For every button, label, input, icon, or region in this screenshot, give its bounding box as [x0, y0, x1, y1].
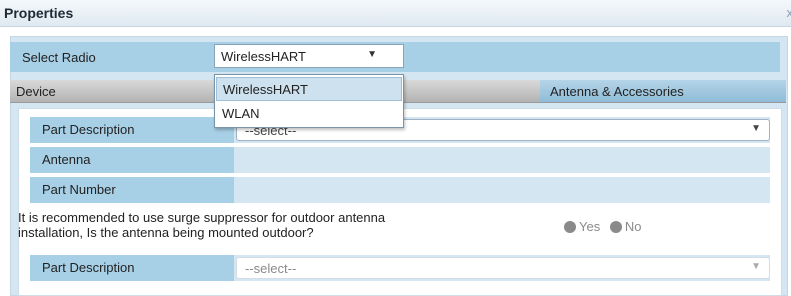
- antenna-label-cell: Antenna: [30, 147, 234, 173]
- part-description-label: Part Description: [42, 122, 134, 137]
- chevron-down-icon: ▼: [751, 261, 761, 272]
- part-number-row: Part Number: [30, 177, 770, 203]
- part-number-label-cell: Part Number: [30, 177, 234, 203]
- outdoor-radio-group: Yes No: [560, 218, 643, 236]
- select-radio-label: Select Radio: [22, 50, 96, 65]
- outdoor-question-line-2: installation, Is the antenna being mount…: [18, 225, 568, 240]
- option-wirelesshart[interactable]: WirelessHART: [216, 77, 402, 101]
- panel-titlebar: Properties x: [0, 0, 791, 27]
- antenna-label: Antenna: [42, 152, 90, 167]
- panel-title: Properties: [4, 5, 73, 21]
- part-description-2-label-cell: Part Description: [30, 255, 234, 281]
- part-description-2-label: Part Description: [42, 260, 134, 275]
- radio-no-label: No: [625, 219, 642, 234]
- select-radio-dropdown[interactable]: WirelessHART ▼: [214, 44, 404, 68]
- part-number-label: Part Number: [42, 182, 116, 197]
- option-wlan-label: WLAN: [222, 106, 260, 121]
- antenna-row: Antenna: [30, 147, 770, 173]
- tab-device[interactable]: Device: [16, 84, 56, 99]
- tab-antenna-label: Antenna & Accessories: [550, 84, 684, 99]
- part-description-2-value: --select--: [245, 261, 296, 276]
- radio-no-icon[interactable]: [610, 221, 622, 233]
- close-icon[interactable]: x: [787, 5, 791, 20]
- chevron-down-icon: ▼: [751, 123, 761, 134]
- tab-antenna-accessories[interactable]: Antenna & Accessories: [540, 80, 786, 102]
- properties-panel: Properties x Select Radio WirelessHART ▼…: [0, 0, 791, 294]
- part-description-label-cell: Part Description: [30, 117, 234, 143]
- outdoor-question: It is recommended to use surge suppresso…: [18, 210, 568, 240]
- part-description-2-select[interactable]: --select-- ▼: [236, 257, 770, 279]
- select-radio-value: WirelessHART: [221, 49, 306, 64]
- radio-yes-icon[interactable]: [564, 221, 576, 233]
- radio-yes-label: Yes: [579, 219, 600, 234]
- option-wirelesshart-label: WirelessHART: [223, 82, 308, 97]
- select-radio-options: WirelessHART WLAN: [214, 74, 404, 128]
- outdoor-question-line-1: It is recommended to use surge suppresso…: [18, 210, 568, 225]
- chevron-down-icon: ▼: [367, 49, 377, 60]
- option-wlan[interactable]: WLAN: [216, 102, 402, 126]
